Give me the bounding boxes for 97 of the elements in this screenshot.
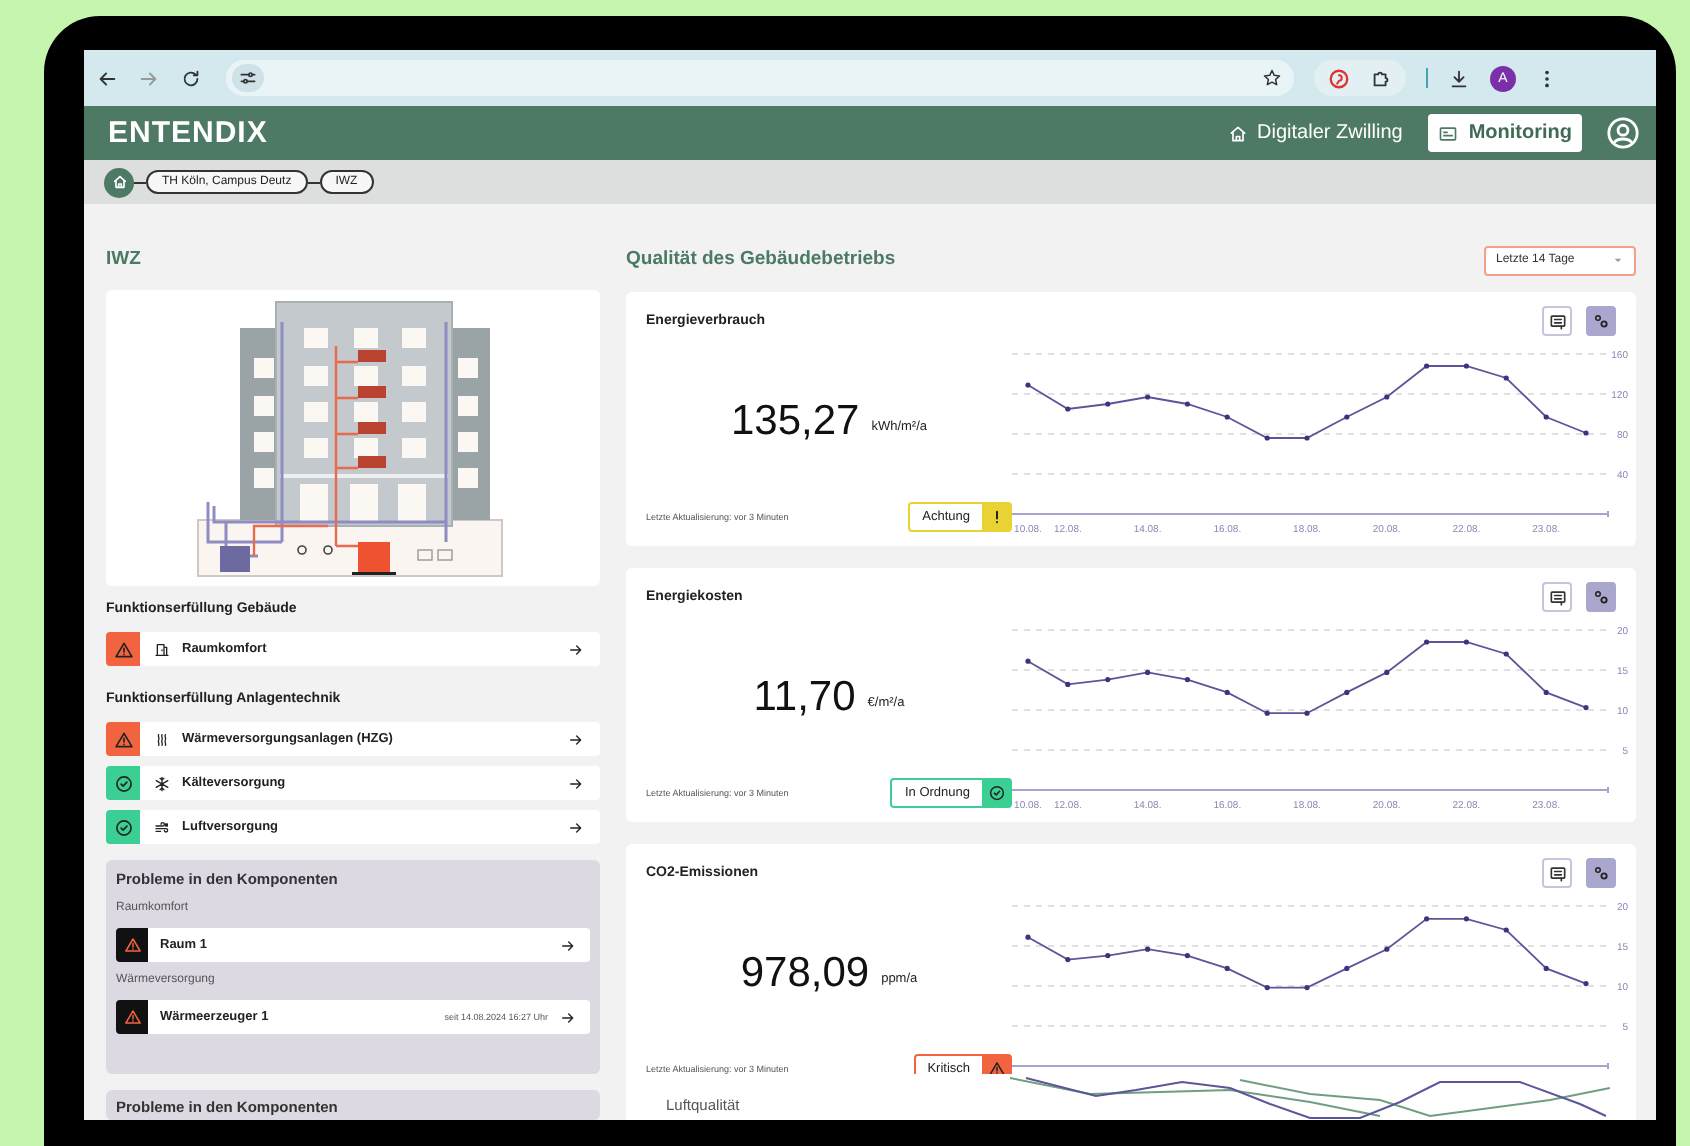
warning-icon: [113, 639, 133, 659]
comment-button[interactable]: [1542, 582, 1572, 612]
comment-button[interactable]: [1542, 858, 1572, 888]
arrow-right-icon: [568, 775, 584, 791]
settings-icon: [1592, 312, 1610, 330]
arrow-right-icon: [560, 937, 576, 953]
data-point: [1384, 669, 1390, 675]
data-point: [1543, 965, 1549, 971]
arrow-right-icon: [568, 731, 584, 747]
metric-value: 135,27: [730, 397, 860, 445]
data-point: [1463, 363, 1469, 369]
snowflake-icon: [154, 775, 170, 791]
settings-button[interactable]: [1586, 306, 1616, 336]
data-point: [1065, 957, 1071, 963]
puzzle-icon[interactable]: [1370, 67, 1392, 89]
star-icon[interactable]: [1262, 68, 1282, 88]
comment-icon: [1547, 863, 1567, 883]
data-point: [1105, 953, 1111, 959]
data-point: [1424, 639, 1430, 645]
comment-button[interactable]: [1542, 306, 1572, 336]
dashboard-icon: [1438, 123, 1459, 143]
data-point: [1503, 651, 1509, 657]
warning-icon: [123, 936, 141, 954]
data-point: [1344, 965, 1350, 971]
comment-icon: [1547, 311, 1567, 331]
data-point: [1145, 669, 1151, 675]
section-title: IWZ: [106, 246, 143, 274]
comment-icon: [1547, 587, 1567, 607]
reload-icon[interactable]: [180, 67, 202, 89]
data-point: [1184, 953, 1190, 959]
data-point: [1184, 677, 1190, 683]
check-circle-icon: [987, 784, 1005, 802]
data-point: [1264, 435, 1270, 441]
data-point: [1344, 414, 1350, 420]
data-point: [1463, 916, 1469, 922]
data-point: [1025, 934, 1031, 940]
metric-value: 978,09: [740, 949, 870, 997]
data-point: [1424, 916, 1430, 922]
data-point: [1543, 414, 1549, 420]
logo: ENTENDIX: [108, 116, 268, 150]
check-circle-icon: [113, 773, 133, 793]
site-settings-button[interactable]: [232, 64, 264, 92]
home-icon: [111, 174, 127, 190]
data-point: [1304, 435, 1310, 441]
data-point: [1304, 710, 1310, 716]
settings-button[interactable]: [1586, 858, 1616, 888]
data-point: [1105, 401, 1111, 407]
data-point: [1065, 406, 1071, 412]
arrow-right-icon: [568, 819, 584, 835]
settings-icon: [238, 68, 258, 88]
data-point: [1264, 710, 1270, 716]
data-point: [1304, 985, 1310, 991]
data-point: [1025, 658, 1031, 664]
home-button[interactable]: [104, 167, 134, 197]
nav-tab[interactable]: Monitoring: [1428, 114, 1582, 152]
section-title: Qualität des Gebäudebetriebs: [626, 246, 896, 274]
data-point: [1105, 677, 1111, 683]
door-icon: [154, 641, 170, 657]
data-point: [1145, 394, 1151, 400]
nav-tab[interactable]: Digitaler Zwilling: [1217, 114, 1413, 152]
data-point: [1184, 401, 1190, 407]
data-point: [1503, 375, 1509, 381]
data-point: [1264, 985, 1270, 991]
data-point: [1543, 689, 1549, 695]
heat-waves-icon: [154, 731, 170, 747]
address-field[interactable]: [226, 60, 1294, 96]
data-point: [1145, 946, 1151, 952]
data-point: [1424, 363, 1430, 369]
settings-icon: [1592, 864, 1610, 882]
data-point: [1224, 965, 1230, 971]
user-icon[interactable]: [1606, 116, 1640, 150]
back-icon[interactable]: [96, 67, 118, 89]
arrow-right-icon: [568, 641, 584, 657]
download-icon[interactable]: [1448, 67, 1470, 89]
settings-button[interactable]: [1586, 582, 1616, 612]
air-flow-icon: [154, 819, 170, 835]
arrow-right-icon: [560, 1009, 576, 1025]
home-icon: [1227, 123, 1248, 143]
data-point: [1065, 681, 1071, 687]
data-point: [1224, 689, 1230, 695]
data-point: [1025, 382, 1031, 388]
warning-icon: [987, 1060, 1005, 1074]
data-point: [1344, 689, 1350, 695]
data-point: [1463, 639, 1469, 645]
check-circle-icon: [113, 817, 133, 837]
metric-value: 11,70: [753, 673, 856, 721]
data-point: [1384, 946, 1390, 952]
data-point: [1583, 981, 1589, 987]
data-point: [1583, 705, 1589, 711]
settings-icon: [1592, 588, 1610, 606]
data-point: [1583, 430, 1589, 436]
data-point: [1224, 414, 1230, 420]
data-point: [1503, 927, 1509, 933]
warning-icon: [123, 1008, 141, 1026]
warning-icon: [113, 729, 133, 749]
data-point: [1384, 394, 1390, 400]
extension-icon[interactable]: [1328, 67, 1350, 89]
